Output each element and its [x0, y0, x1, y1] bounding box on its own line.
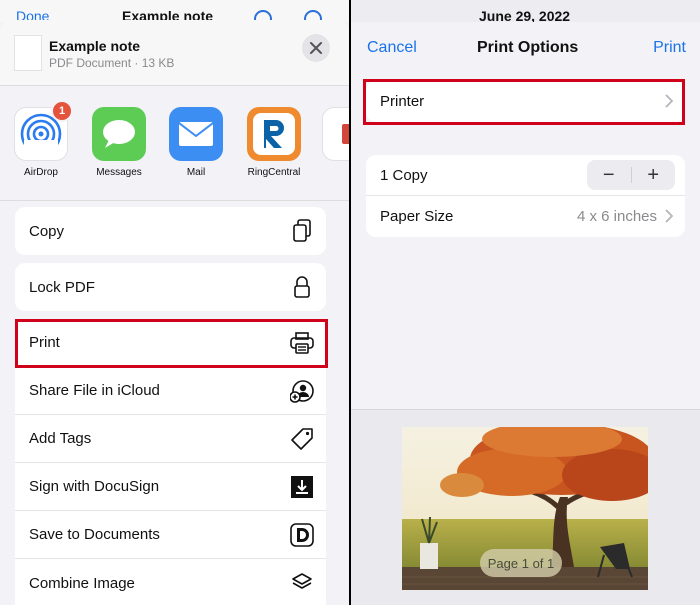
background-header: June 29, 2022: [351, 0, 700, 24]
page-title: Print Options: [477, 39, 579, 56]
close-icon: [310, 42, 322, 54]
print-preview-thumbnail[interactable]: Page 1 of 1: [402, 427, 648, 590]
tag-icon: [290, 427, 314, 451]
person-add-icon: [290, 379, 314, 403]
action-group-lock: Lock PDF: [15, 263, 326, 311]
messages-icon: [92, 107, 146, 161]
action-label: Save to Documents: [29, 526, 160, 543]
layers-icon: [290, 571, 314, 595]
action-label: Lock PDF: [29, 278, 95, 296]
chevron-right-icon: [665, 209, 673, 223]
paper-size-value: 4 x 6 inches: [576, 208, 657, 225]
airdrop-icon: 1: [14, 100, 73, 161]
download-icon: [290, 475, 314, 499]
app-mail[interactable]: Mail: [166, 107, 226, 178]
share-sheet: Example note PDF Document · 13 KB 1 AirD…: [0, 20, 349, 605]
action-label: Sign with DocuSign: [29, 478, 160, 495]
copy-icon: [290, 219, 314, 243]
close-button[interactable]: [302, 34, 330, 62]
page-indicator: Page 1 of 1: [480, 549, 562, 577]
print-options-panel: June 29, 2022 Cancel Print Options Print…: [351, 0, 700, 605]
action-label: Add Tags: [29, 430, 92, 447]
sheet-header: Example note PDF Document · 13 KB: [0, 20, 349, 86]
mail-icon: [169, 107, 223, 161]
document-subtitle: PDF Document · 13 KB: [49, 56, 175, 70]
cancel-button[interactable]: Cancel: [367, 39, 417, 57]
ringcentral-icon: [247, 107, 301, 161]
increment-button[interactable]: +: [632, 160, 676, 190]
copies-label: 1 Copy: [380, 166, 428, 184]
action-label: Copy: [29, 222, 65, 240]
app-label: AirDrop: [24, 167, 58, 178]
action-save-documents[interactable]: Save to Documents: [15, 511, 326, 559]
app-ringcentral[interactable]: RingCentral: [244, 107, 304, 178]
document-thumbnail: [14, 35, 42, 71]
action-copy[interactable]: Copy: [15, 207, 326, 255]
app-airdrop[interactable]: 1 AirDrop: [11, 100, 73, 178]
decrement-button[interactable]: −: [587, 160, 631, 190]
printer-highlight-box: [363, 79, 685, 125]
action-label: Share File in iCloud: [29, 382, 160, 399]
action-add-tags[interactable]: Add Tags: [15, 415, 326, 463]
share-sheet-panel: Done Example note Example note PDF Docum…: [0, 0, 349, 605]
action-lock-pdf[interactable]: Lock PDF: [15, 263, 326, 311]
options-group: 1 Copy − + Paper Size 4 x 6 inches: [366, 155, 685, 237]
app-label: Mail: [186, 167, 206, 178]
print-options-nav: Cancel Print Options Print: [351, 22, 700, 72]
app-partial[interactable]: [322, 107, 349, 161]
documents-icon: [290, 523, 314, 547]
action-combine-image[interactable]: Combine Image: [15, 559, 326, 605]
print-preview-area: Page 1 of 1: [351, 409, 700, 605]
action-sign-docusign[interactable]: Sign with DocuSign: [15, 463, 326, 511]
lock-icon: [290, 275, 314, 299]
notification-badge: 1: [51, 100, 73, 122]
app-label: RingCentral: [247, 167, 301, 178]
action-group-copy: Copy: [15, 207, 326, 255]
copies-row: 1 Copy − +: [366, 155, 685, 196]
app-share-row: 1 AirDrop Messages Mail RingCentral: [0, 87, 349, 201]
app-partial-icon: [322, 107, 349, 161]
print-button[interactable]: Print: [653, 39, 686, 57]
app-label: Messages: [96, 167, 142, 178]
paper-size-label: Paper Size: [380, 208, 454, 225]
action-label: Combine Image: [29, 574, 135, 592]
action-share-icloud[interactable]: Share File in iCloud: [15, 367, 326, 415]
paper-size-row[interactable]: Paper Size 4 x 6 inches: [366, 196, 685, 237]
copies-stepper[interactable]: − +: [587, 160, 675, 190]
app-messages[interactable]: Messages: [89, 107, 149, 178]
document-title: Example note: [49, 38, 141, 54]
print-highlight-box: [15, 319, 328, 368]
background-nav-bar: Done Example note: [0, 0, 349, 28]
